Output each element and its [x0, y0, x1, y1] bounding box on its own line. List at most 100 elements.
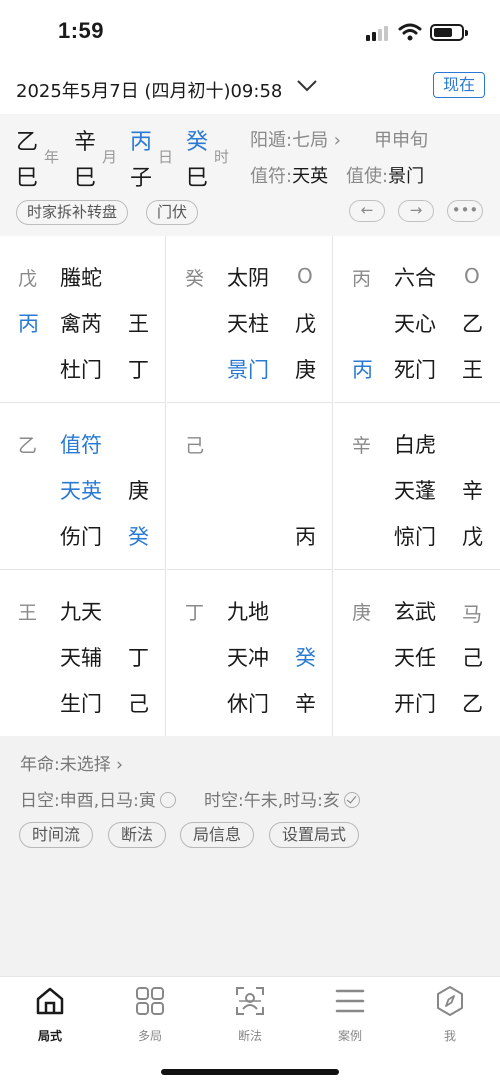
men-fu-pill[interactable]: 门伏: [146, 200, 199, 225]
door: 死门: [394, 358, 436, 382]
tab-duanfa[interactable]: 断法: [200, 985, 300, 1045]
palace-cell[interactable]: 乙 值符 天英 庚 伤门 癸: [0, 403, 166, 570]
star-stem: 辛: [462, 479, 483, 503]
palace-cell[interactable]: 辛 白虎 天蓬 辛 惊门 戊: [334, 403, 500, 570]
door-heaven-stem: 丙: [352, 358, 373, 382]
star: 天柱: [227, 312, 269, 336]
door: 生门: [60, 692, 102, 716]
door-stem: 戊: [462, 525, 483, 549]
rikong-info[interactable]: 日空:申酉,日马:寅: [20, 786, 176, 811]
star: 天英: [60, 479, 102, 503]
nianming-link[interactable]: 年命:未选择 ›: [20, 750, 123, 775]
deity: 白虎: [394, 433, 436, 457]
bottom-info: 年命:未选择 › 日空:申酉,日马:寅 时空:午未,时马:亥 时间流 断法 局信…: [0, 736, 500, 976]
earth-stem: 癸: [185, 268, 205, 290]
star-stem: 庚: [128, 479, 149, 503]
earth-stem: 王: [18, 602, 38, 624]
pillar-label: 日: [158, 148, 174, 166]
chevron-right-icon: ›: [110, 755, 123, 775]
status-time: 1:59: [58, 18, 105, 43]
earth-stem: 庚: [352, 602, 372, 624]
status-bar: 1:59: [0, 0, 500, 62]
palace-cell[interactable]: 王 九天 天辅 丁 生门 己: [0, 570, 166, 737]
door-stem: 丁: [128, 358, 149, 382]
door: 惊门: [394, 525, 436, 549]
pillar-gan: 乙: [16, 130, 39, 155]
star: 天心: [394, 312, 436, 336]
deity: 螣蛇: [60, 266, 102, 290]
palace-cell-center[interactable]: 己 丙: [167, 403, 333, 570]
home-indicator: [161, 1069, 339, 1075]
star: 天冲: [227, 646, 269, 670]
star: 天任: [394, 646, 436, 670]
grid-icon: [136, 987, 164, 1015]
pillar-label: 年: [44, 148, 60, 166]
deity: 值符: [60, 433, 102, 457]
pillar-gan: 丙: [130, 130, 153, 155]
earth-stem: 乙: [18, 435, 38, 457]
palace-cell[interactable]: 戊 螣蛇 丙 禽芮 王 杜门 丁: [0, 236, 166, 403]
earth-stem: 己: [185, 435, 205, 457]
tab-me[interactable]: 我: [400, 985, 500, 1045]
zhifu-value: 天英: [292, 166, 329, 187]
heaven-stem: 丙: [18, 312, 39, 336]
xun-text: 甲申旬: [374, 130, 428, 151]
door: 杜门: [60, 358, 102, 382]
chevron-down-icon[interactable]: [296, 78, 318, 97]
tab-duoju[interactable]: 多局: [100, 985, 200, 1045]
pan-type-pill[interactable]: 时家拆补转盘: [16, 200, 129, 225]
tab-juishi[interactable]: 局式: [0, 985, 100, 1045]
date-selector[interactable]: 2025年5月7日 (四月初十)09:58: [16, 77, 282, 103]
palace-cell[interactable]: 丙 六合 O 天心 乙 丙 死门 王: [334, 236, 500, 403]
pillar-gan: 辛: [74, 130, 97, 155]
tab-label: 多局: [137, 1029, 162, 1043]
next-button[interactable]: →: [398, 200, 434, 222]
earth-stem: 戊: [18, 268, 38, 290]
star-stem: 王: [128, 312, 149, 336]
radio-checked-icon[interactable]: [343, 792, 360, 808]
zhifu-info: 值符:天英: [250, 162, 328, 188]
void-marker: O: [297, 264, 313, 288]
earth-stem: 丁: [185, 602, 205, 624]
deity: 太阴: [227, 266, 269, 290]
tab-anli[interactable]: 案例: [300, 985, 400, 1045]
tab-label: 我: [443, 1029, 456, 1043]
palace-cell[interactable]: 癸 太阴 O 天柱 戊 景门 庚: [167, 236, 333, 403]
shikong-info[interactable]: 时空:午未,时马:亥: [204, 786, 360, 811]
time-flow-button[interactable]: 时间流: [19, 822, 94, 848]
earth-stem: 丙: [352, 268, 372, 290]
palace-cell[interactable]: 丁 九地 天冲 癸 休门 辛: [167, 570, 333, 737]
chevron-right-icon: ›: [328, 130, 341, 151]
earth-stem: 辛: [352, 435, 372, 457]
pillar-zhi: 巳: [16, 166, 39, 191]
star-stem: 戊: [295, 312, 316, 336]
ju-link[interactable]: 阳遁:七局 ›: [250, 126, 341, 152]
deity: 六合: [394, 266, 436, 290]
pillar-label: 月: [102, 148, 118, 166]
tab-label: 案例: [337, 1029, 362, 1043]
prev-button[interactable]: ←: [349, 200, 385, 222]
star-stem: 丁: [128, 646, 149, 670]
more-button[interactable]: •••: [447, 200, 483, 222]
scan-icon: [236, 987, 264, 1015]
door: 伤门: [60, 525, 102, 549]
palace-cell[interactable]: 庚 玄武 马 天任 己 开门 乙: [334, 570, 500, 737]
star: 禽芮: [60, 312, 102, 336]
door-stem: 庚: [295, 358, 316, 382]
void-marker: O: [464, 264, 480, 288]
star-stem: 己: [462, 646, 483, 670]
horse-marker: 马: [462, 602, 482, 626]
now-button[interactable]: 现在: [433, 72, 485, 98]
chart-info-button[interactable]: 局信息: [180, 822, 255, 848]
deity: 九天: [60, 600, 102, 624]
judgment-button[interactable]: 断法: [108, 822, 167, 848]
pillar-zhi: 子: [130, 166, 153, 191]
list-icon: [335, 989, 365, 1013]
pillar-label: 时: [214, 148, 230, 166]
settings-layout-button[interactable]: 设置局式: [269, 822, 360, 848]
rikong-text: 日空:申酉,日马:寅: [20, 791, 156, 811]
radio-unchecked-icon[interactable]: [159, 792, 176, 808]
palace-grid: 戊 螣蛇 丙 禽芮 王 杜门 丁 癸 太阴 O 天柱 戊 景门 庚 丙 六合 O…: [0, 236, 500, 737]
battery-icon: [430, 24, 468, 41]
deity: 九地: [227, 600, 269, 624]
